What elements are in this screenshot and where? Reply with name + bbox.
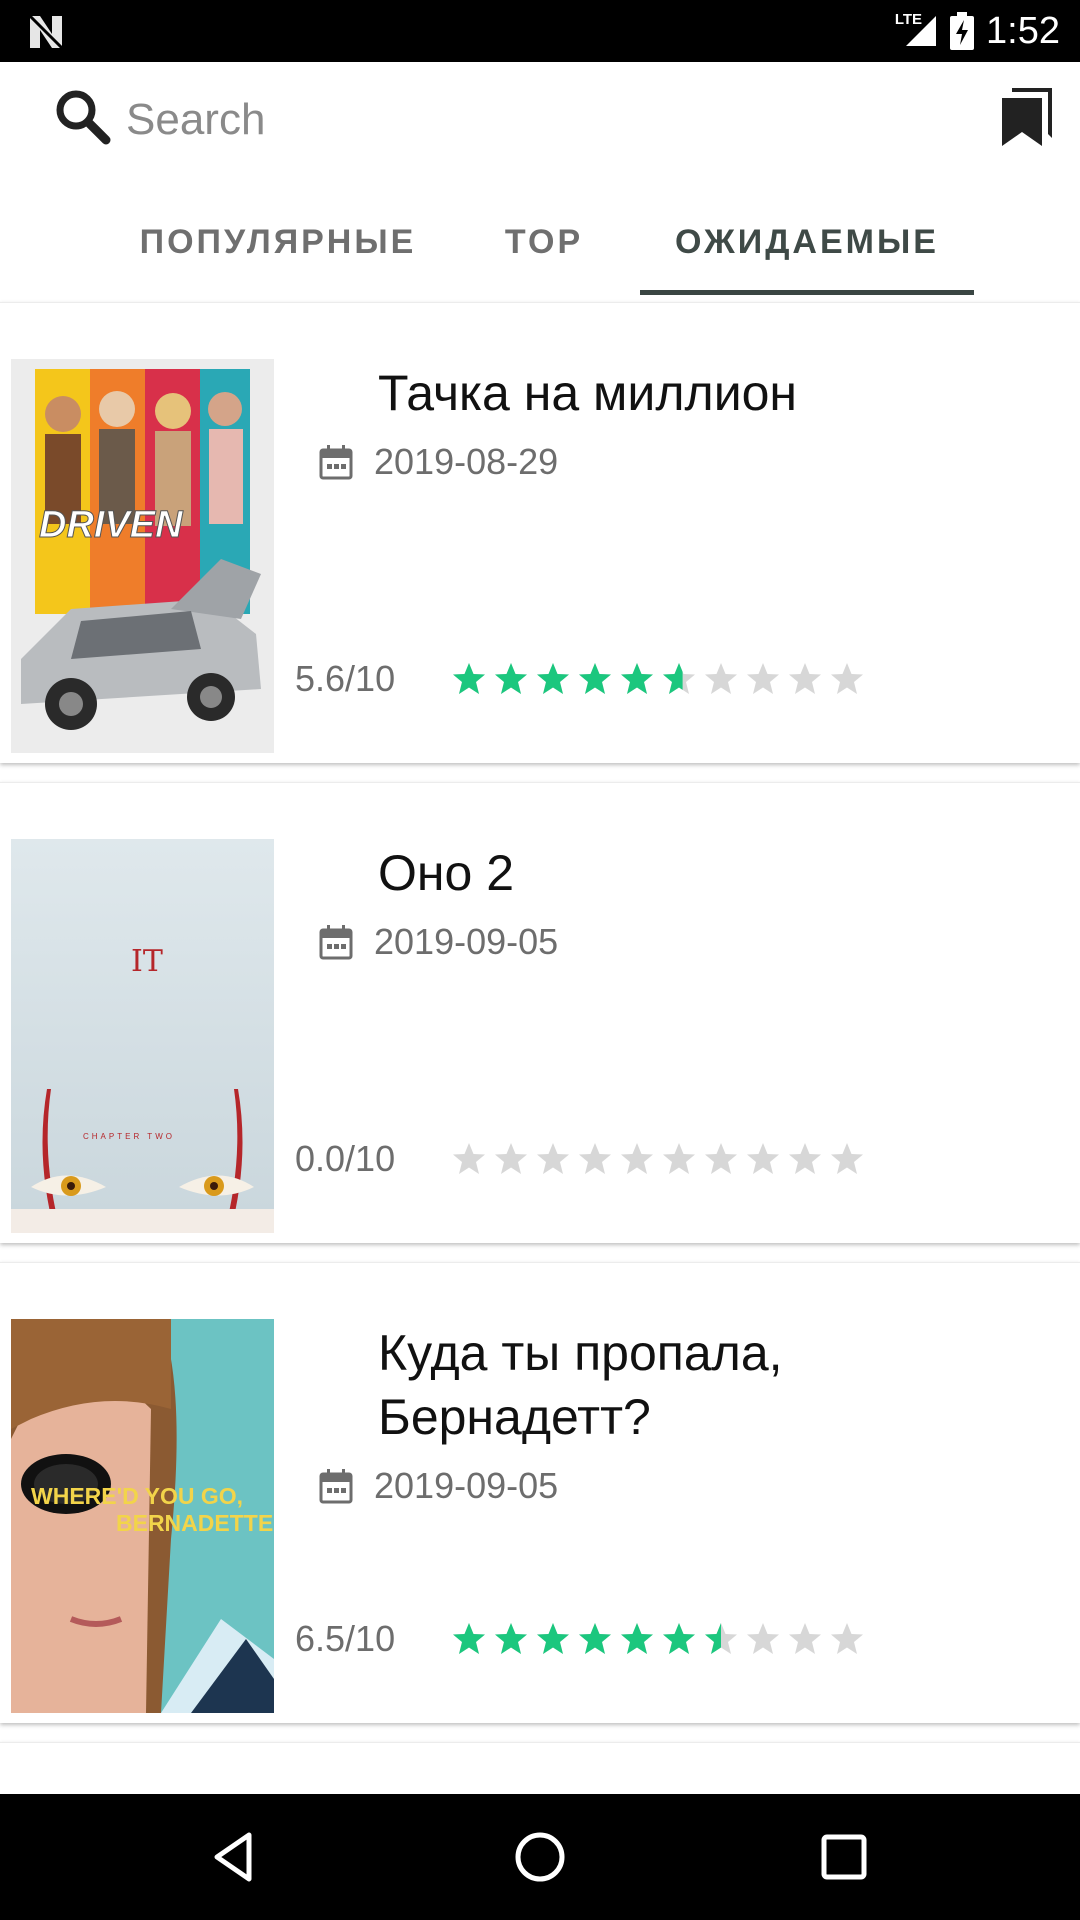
status-bar: LTE 1:52 — [0, 0, 1080, 62]
bernadette-poster-image: WHERE'D YOU GO, BERNADETTE — [11, 1319, 274, 1713]
app-header: ПОПУЛЯРНЫЕ TOP ОЖИДАЕМЫЕ — [0, 62, 1080, 302]
driven-poster-image: DRIVEN — [11, 359, 274, 753]
star-icon — [621, 1623, 653, 1654]
active-tab-indicator — [640, 290, 974, 295]
star-icon — [705, 1623, 737, 1654]
star-icon — [621, 663, 653, 694]
rating-stars — [451, 1621, 865, 1657]
battery-charging-icon — [950, 12, 975, 50]
tab-bar: ПОПУЛЯРНЫЕ TOP ОЖИДАЕМЫЕ — [0, 180, 1080, 295]
star-icon — [705, 663, 737, 694]
star-icon — [747, 663, 779, 694]
movie-card[interactable]: IT CHAPTER TWO Оно 2 2019-09-05 0.0/10 — [0, 782, 1080, 1243]
star-icon — [537, 1143, 569, 1174]
star-icon — [495, 1143, 527, 1174]
movie-title: Куда ты пропала, Бернадетт? — [378, 1325, 783, 1445]
poster-subtitle-text: CHAPTER TWO — [83, 1132, 175, 1141]
rating-stars — [451, 661, 865, 697]
star-icon — [747, 1143, 779, 1174]
rating-row: 5.6/10 — [295, 658, 865, 700]
star-icon — [831, 1143, 863, 1174]
movie-title: Оно 2 — [378, 845, 515, 901]
star-icon — [663, 1623, 695, 1654]
tab-upcoming[interactable]: ОЖИДАЕМЫЕ — [640, 212, 974, 272]
movie-card[interactable]: WHERE'D YOU GO, BERNADETTE Куда ты пропа… — [0, 1262, 1080, 1723]
star-icon — [789, 663, 821, 694]
rating-value: 0.0/10 — [295, 1138, 396, 1179]
release-date-row: 2019-08-29 — [318, 441, 558, 483]
home-icon[interactable] — [510, 1827, 570, 1887]
star-icon — [789, 1623, 821, 1654]
star-icon — [831, 663, 863, 694]
star-icon — [495, 1623, 527, 1654]
star-icon — [663, 1143, 695, 1174]
star-icon — [579, 663, 611, 694]
search-input[interactable] — [126, 88, 826, 152]
star-icon — [495, 663, 527, 694]
star-icon — [747, 1623, 779, 1654]
rating-row: 6.5/10 — [295, 1618, 865, 1660]
star-icon — [579, 1623, 611, 1654]
poster-title-text-2: BERNADETTE — [116, 1510, 273, 1536]
system-navigation-bar — [0, 1794, 1080, 1920]
star-icon — [453, 1623, 485, 1654]
star-icon — [831, 1623, 863, 1654]
poster-title-text: DRIVEN — [39, 504, 184, 546]
star-icon — [621, 1143, 653, 1174]
calendar-icon — [319, 925, 353, 960]
movie-title: Тачка на миллион — [378, 365, 798, 421]
recents-icon[interactable] — [814, 1827, 874, 1887]
it-chapter-two-poster-image: IT CHAPTER TWO — [11, 839, 274, 1233]
rating-value: 6.5/10 — [295, 1618, 396, 1659]
network-type: LTE — [894, 10, 923, 28]
star-icon — [537, 1623, 569, 1654]
release-date: 2019-08-29 — [374, 441, 559, 482]
release-date: 2019-09-05 — [374, 921, 559, 962]
release-date-row: 2019-09-05 — [318, 1465, 558, 1507]
calendar-icon — [319, 445, 353, 480]
back-icon[interactable] — [205, 1827, 265, 1887]
tab-top[interactable]: TOP — [486, 212, 602, 272]
star-icon — [705, 1143, 737, 1174]
star-icon — [579, 1143, 611, 1174]
tab-popular[interactable]: ПОПУЛЯРНЫЕ — [120, 212, 436, 272]
poster-title-text: WHERE'D YOU GO, — [31, 1483, 243, 1509]
rating-row: 0.0/10 — [295, 1138, 865, 1180]
bookmarks-icon[interactable] — [1000, 86, 1056, 148]
rating-stars — [451, 1141, 865, 1177]
notification-n-icon — [28, 14, 64, 50]
rating-value: 5.6/10 — [295, 658, 396, 699]
star-icon — [453, 1143, 485, 1174]
movie-card[interactable]: DRIVEN Тачка на миллион 2019-08-29 5.6/1… — [0, 302, 1080, 763]
clock: 1:52 — [986, 9, 1060, 52]
calendar-icon — [319, 1469, 353, 1504]
star-icon — [453, 663, 485, 694]
star-icon — [789, 1143, 821, 1174]
release-date: 2019-09-05 — [374, 1465, 559, 1506]
poster-title-text: IT — [131, 944, 163, 979]
search-icon[interactable] — [52, 86, 112, 146]
release-date-row: 2019-09-05 — [318, 921, 558, 963]
star-icon — [537, 663, 569, 694]
star-icon — [663, 663, 695, 694]
